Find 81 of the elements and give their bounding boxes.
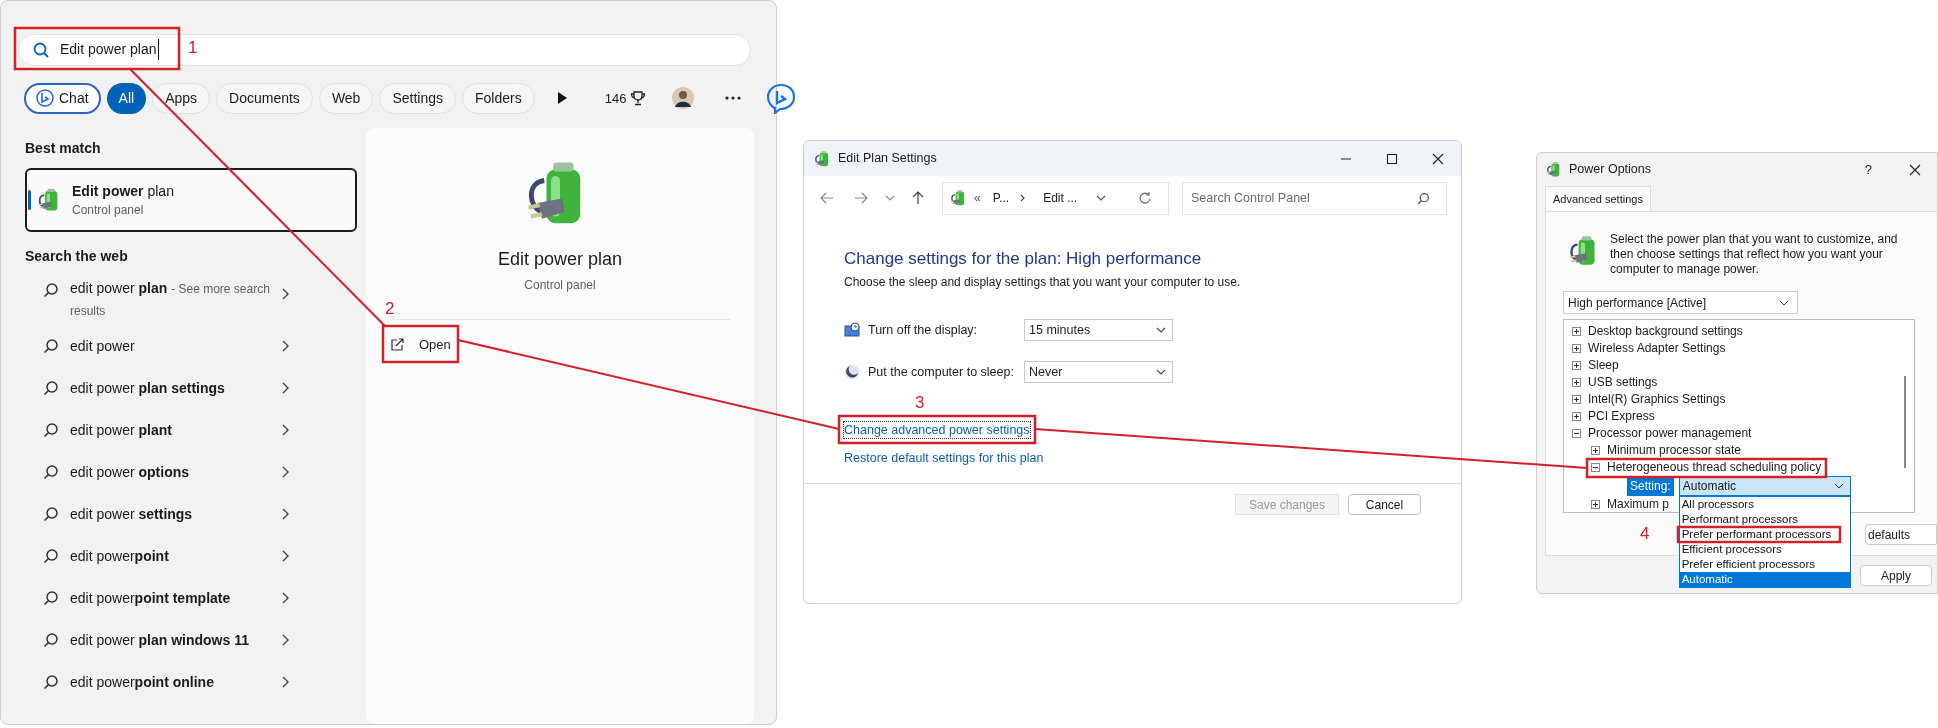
web-result-item[interactable]: edit power (25, 325, 357, 367)
overflow-chevrons[interactable]: « (974, 189, 981, 207)
window-title: Power Options (1569, 161, 1651, 179)
dialog-description: Select the power plan that you want to customize, and then choose settings that reflect how you want your computer to manage power. (1610, 232, 1899, 277)
page-description: Choose the sleep and display settings that you want your computer to use. (844, 274, 1242, 291)
result-text: edit powerpoint template (70, 588, 232, 608)
window-title: Edit Plan Settings (838, 150, 937, 168)
dropdown[interactable]: Never (1024, 361, 1173, 383)
tree-item[interactable]: Sleep (1588, 357, 1619, 374)
result-text: edit power plant (70, 420, 173, 440)
points-count: 146 (604, 89, 627, 108)
dropdown[interactable]: 15 minutes (1024, 319, 1173, 341)
web-result-item[interactable]: edit powerpoint online (25, 661, 357, 703)
result-text: edit power plan windows 11 (70, 630, 250, 650)
chat-filter-chip[interactable]: Chat (24, 82, 101, 114)
tree-item[interactable]: Intel(R) Graphics Settings (1588, 391, 1726, 408)
result-text: edit power options (70, 462, 191, 482)
preview-subtitle: Control panel (524, 277, 596, 294)
tree-item[interactable]: Wireless Adapter Settings (1588, 340, 1726, 357)
web-result-item[interactable]: edit powerpoint (25, 535, 357, 577)
preview-title: Edit power plan (497, 248, 623, 271)
tree-item[interactable]: Desktop background settings (1588, 323, 1743, 340)
tree-item[interactable]: Heterogeneous thread scheduling policy (1607, 459, 1822, 476)
filter-chip[interactable]: All (106, 82, 147, 114)
web-result-item[interactable]: edit power plan settings (25, 367, 357, 409)
search-placeholder: Search Control Panel (1191, 189, 1311, 207)
link[interactable]: Change advanced power settings (844, 422, 1030, 438)
filter-chip[interactable]: Settings (379, 82, 456, 114)
search-query: Edit power plan (60, 39, 159, 61)
open-action[interactable]: Open (390, 334, 451, 356)
result-text: edit powerpoint (70, 546, 170, 566)
tree-item[interactable]: Minimum processor state (1607, 442, 1742, 459)
dialog-button[interactable]: defaults (1865, 524, 1937, 545)
result-subtitle: Control panel (72, 202, 145, 218)
breadcrumb[interactable]: Edit ... (1043, 189, 1078, 207)
dropdown-option[interactable]: Performant processors (1679, 512, 1850, 527)
address-bar[interactable]: « P... Edit ... (942, 181, 1169, 215)
setting-label: Turn off the display: (868, 321, 979, 339)
step-number: 4 (1640, 523, 1650, 545)
web-result-item[interactable]: edit power plant (25, 409, 357, 451)
tab[interactable]: Advanced settings (1545, 186, 1651, 211)
filter-chip[interactable]: Folders (462, 82, 535, 114)
tree-item[interactable]: PCI Express (1588, 408, 1655, 425)
section-heading: Search the web (25, 247, 129, 265)
filter-chip[interactable]: Web (318, 82, 374, 114)
filter-chip[interactable]: Apps (152, 82, 211, 114)
tree-item[interactable]: USB settings (1588, 374, 1658, 391)
result-title: Edit power plan (72, 182, 174, 200)
page-heading: Change settings for the plan: High performance (844, 248, 1203, 270)
web-result-item[interactable]: edit power plan windows 11 (25, 619, 357, 661)
step-number: 1 (188, 37, 198, 59)
dropdown-option[interactable]: Prefer efficient processors (1679, 557, 1850, 572)
tree-item[interactable]: Processor power management (1588, 425, 1752, 442)
plan-dropdown[interactable]: High performance [Active] (1563, 291, 1798, 314)
result-text: edit power plan settings (70, 378, 226, 398)
section-heading: Best match (25, 139, 102, 157)
setting-label: Setting: (1627, 476, 1674, 496)
result-text: edit power (70, 336, 136, 356)
filter-chip[interactable]: Documents (216, 82, 313, 114)
dropdown-option[interactable]: Automatic (1679, 572, 1850, 587)
link[interactable]: Restore default settings for this plan (844, 450, 1044, 466)
dialog-button[interactable]: Cancel (1348, 494, 1421, 515)
web-result-item[interactable]: edit power plan - See more search results (25, 265, 357, 325)
dropdown-option[interactable]: All processors (1679, 497, 1850, 512)
step-number: 2 (385, 298, 395, 320)
result-text: edit powerpoint online (70, 672, 215, 692)
web-result-item[interactable]: edit powerpoint template (25, 577, 357, 619)
result-text: edit power settings (70, 504, 194, 524)
dropdown-option[interactable]: Prefer performant processors (1679, 527, 1850, 542)
search-field[interactable]: Search Control Panel (1182, 181, 1447, 215)
breadcrumb[interactable]: P... (992, 189, 1010, 207)
help-button[interactable]: ? (1864, 159, 1872, 180)
setting-label: Put the computer to sleep: (868, 363, 1015, 381)
step-number: 3 (915, 392, 925, 414)
web-result-item[interactable]: edit power settings (25, 493, 357, 535)
best-match-item[interactable]: Edit power plan Control panel (25, 168, 357, 232)
web-result-item[interactable]: edit power options (25, 451, 357, 493)
tree-item[interactable]: Maximum p (1607, 496, 1669, 513)
dropdown-option[interactable]: Efficient processors (1679, 542, 1850, 557)
dialog-button[interactable]: Apply (1860, 565, 1932, 586)
result-text: edit power plan - See more search results (70, 279, 270, 320)
